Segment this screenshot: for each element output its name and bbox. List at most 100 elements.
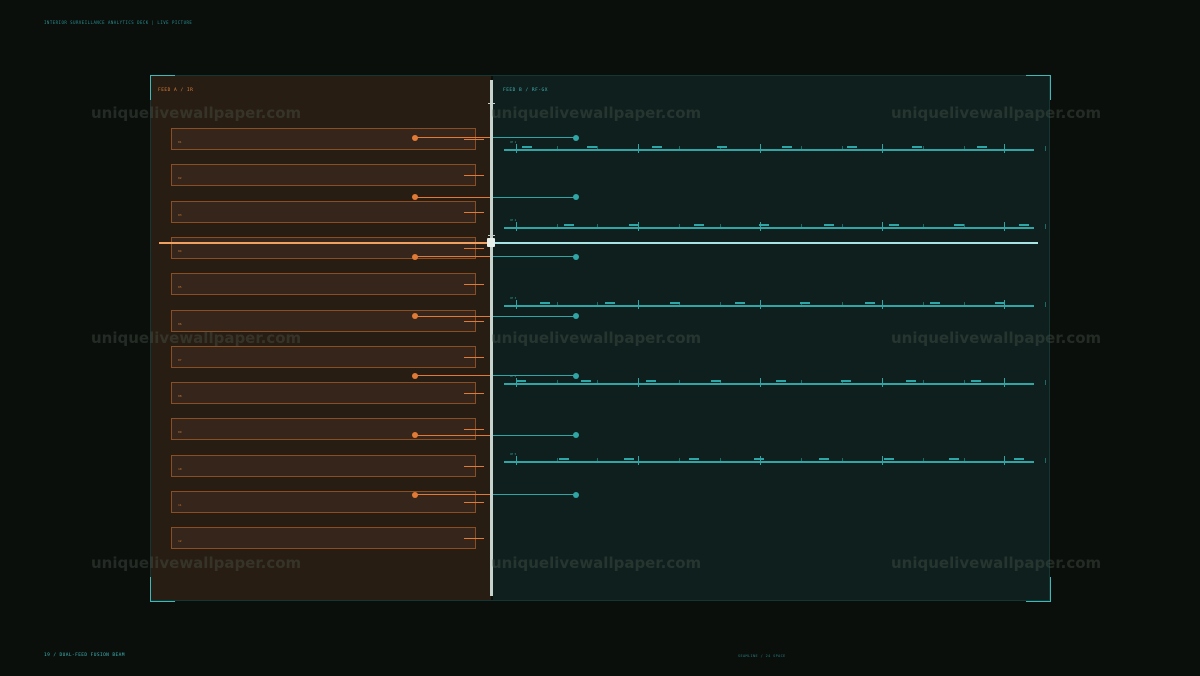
connector-a-node[interactable] bbox=[412, 491, 418, 498]
track-tick bbox=[800, 146, 802, 151]
track-tick bbox=[597, 146, 599, 151]
row-index: 04 bbox=[178, 248, 182, 253]
connector-b-node[interactable] bbox=[573, 194, 579, 200]
track-segment bbox=[841, 380, 851, 382]
track-tick bbox=[963, 458, 965, 463]
track-tick bbox=[923, 146, 924, 151]
footer-status: SEAMLINE / 24 SPACE bbox=[738, 654, 786, 658]
track-tick bbox=[1045, 302, 1047, 307]
track-tick bbox=[963, 380, 965, 385]
track-tick bbox=[1045, 224, 1047, 229]
scanline-feed-a bbox=[159, 242, 491, 244]
feed-b-track[interactable]: CH 5 bbox=[504, 453, 1047, 465]
connector-b-node[interactable] bbox=[573, 253, 579, 260]
track-tick bbox=[841, 302, 843, 307]
track-segment bbox=[652, 146, 662, 148]
track-segment bbox=[629, 224, 639, 226]
track-segment bbox=[564, 224, 574, 226]
feed-b-track[interactable]: CH 1 bbox=[504, 141, 1047, 153]
track-segment bbox=[670, 302, 680, 304]
feed-b-track[interactable]: CH 4 bbox=[504, 375, 1047, 387]
track-tick bbox=[516, 300, 517, 309]
track-tick bbox=[1004, 144, 1006, 153]
feed-a-row[interactable]: 08 bbox=[171, 382, 476, 405]
track-tick bbox=[923, 458, 924, 463]
watermark: uniquelivewallpaper.com bbox=[891, 104, 1102, 122]
connector-a-line bbox=[415, 137, 491, 138]
feed-a-row[interactable]: 09 bbox=[171, 418, 476, 441]
track-tick bbox=[516, 456, 517, 465]
feed-a-row[interactable]: 07 bbox=[171, 345, 476, 368]
track-tick bbox=[556, 146, 558, 151]
watermark: uniquelivewallpaper.com bbox=[91, 554, 302, 572]
track-tick bbox=[923, 380, 924, 385]
feed-b-track[interactable]: CH 3 bbox=[504, 297, 1047, 309]
connector-a-node[interactable] bbox=[412, 313, 418, 319]
track-tick bbox=[556, 302, 558, 307]
row-marker bbox=[464, 247, 484, 249]
track-segment bbox=[776, 380, 786, 382]
track-tick bbox=[597, 458, 599, 463]
feed-a-row[interactable]: 12 bbox=[171, 527, 476, 550]
feed-a-row[interactable]: 01 bbox=[171, 128, 476, 150]
row-marker bbox=[464, 211, 484, 213]
watermark: uniquelivewallpaper.com bbox=[91, 329, 302, 347]
track-segment bbox=[540, 302, 550, 304]
connector-b-line bbox=[491, 494, 576, 495]
connector-a-line bbox=[415, 315, 491, 317]
feed-b-track[interactable]: CH 2 bbox=[504, 219, 1047, 231]
scanline-handle[interactable] bbox=[487, 238, 495, 247]
feed-a-row[interactable]: 10 bbox=[171, 454, 476, 477]
connector-a-node[interactable] bbox=[412, 134, 418, 141]
connector-b-node[interactable] bbox=[573, 134, 579, 141]
track-segment bbox=[694, 224, 704, 226]
row-marker bbox=[464, 502, 484, 503]
track-segment bbox=[646, 380, 656, 382]
connector-a-node[interactable] bbox=[412, 253, 418, 260]
track-tick bbox=[923, 302, 924, 307]
track-tick bbox=[760, 300, 762, 309]
row-marker bbox=[464, 175, 484, 177]
track-segment bbox=[559, 458, 569, 460]
connector-a-node[interactable] bbox=[412, 372, 418, 379]
track-tick bbox=[1045, 458, 1047, 463]
row-marker bbox=[464, 284, 484, 286]
connector-b-line bbox=[491, 196, 576, 198]
connector-b-node[interactable] bbox=[573, 313, 579, 319]
connector-a-line bbox=[415, 494, 491, 495]
track-tick bbox=[963, 302, 965, 307]
track-tick bbox=[1004, 222, 1006, 231]
track-tick bbox=[800, 380, 802, 385]
feed-a-row[interactable]: 03 bbox=[171, 200, 476, 223]
connector-b-line bbox=[491, 434, 576, 436]
track-segment bbox=[977, 146, 987, 148]
feed-a-row[interactable]: 05 bbox=[171, 273, 476, 296]
header-caption: INTERIOR SURVEILLANCE ANALYTICS DECK | L… bbox=[44, 20, 193, 25]
track-tick bbox=[597, 224, 599, 229]
track-segment bbox=[906, 380, 916, 382]
track-tick bbox=[638, 300, 640, 309]
connector-b-node[interactable] bbox=[573, 491, 579, 498]
connector-b-node[interactable] bbox=[573, 432, 579, 438]
track-tick bbox=[556, 380, 558, 385]
track-tick bbox=[882, 300, 884, 309]
track-tick bbox=[719, 302, 721, 307]
row-index: 08 bbox=[178, 394, 182, 399]
row-marker bbox=[464, 538, 484, 540]
connector-b-line bbox=[491, 256, 576, 257]
watermark: uniquelivewallpaper.com bbox=[891, 554, 1102, 572]
track-tick bbox=[597, 302, 599, 307]
track-tick bbox=[516, 144, 517, 153]
row-index: 02 bbox=[178, 176, 182, 181]
track-segment bbox=[865, 302, 875, 304]
track-segment bbox=[759, 224, 769, 226]
feed-a-row[interactable]: 02 bbox=[171, 164, 476, 187]
frame-corner-top-right bbox=[1026, 75, 1051, 100]
connector-a-line bbox=[415, 434, 491, 436]
track-segment bbox=[1014, 458, 1024, 460]
row-marker bbox=[464, 429, 484, 431]
connector-b-node[interactable] bbox=[573, 372, 579, 379]
track-tick bbox=[556, 458, 558, 463]
connector-a-node[interactable] bbox=[412, 194, 418, 200]
connector-a-node[interactable] bbox=[412, 432, 418, 438]
